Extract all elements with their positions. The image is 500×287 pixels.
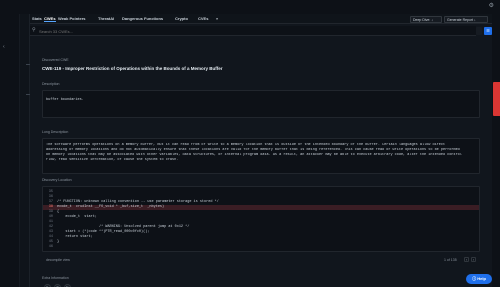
help-button[interactable]: ⓘ Help [466,274,492,284]
tab-cves[interactable]: CVEs [198,16,208,22]
side-panel [20,14,30,287]
long-description-line: flow, read sensitive information, or cau… [46,158,179,162]
doc-label: Discovered CWE [42,58,69,62]
view-toggle-button[interactable]: ☰ [484,27,492,35]
cwe-title: CWE-119 - Improper Restriction of Operat… [42,66,223,71]
tab-dangerous-functions[interactable]: Dangerous Functions [122,16,163,22]
tab-more[interactable]: » [216,16,218,22]
top-bar: ⚙ [0,0,500,14]
code-viewer[interactable]: 35 36 37/* FUNCTION: unknown calling conve… [42,186,480,252]
tab-stats[interactable]: Stats [32,16,42,22]
search-bar: ⚲ [30,26,476,36]
line-number: 46 [48,245,53,249]
tab-threatai[interactable]: ThreatAI [98,16,114,22]
description-label: Description [42,82,60,86]
feedback-tab[interactable] [493,82,500,116]
help-label: Help [477,276,486,281]
search-controls: ☰ [476,27,492,35]
long-description-box: The software performs operations on a me… [42,138,480,174]
deep-dive-button[interactable]: Deep Dive: ↓ [410,15,442,23]
long-description-label: Long Description [42,130,69,134]
extra-information-label: Extra Information [42,276,69,280]
search-icon: ⚲ [32,27,36,33]
filter-button[interactable] [476,27,482,35]
decompile-view-link[interactable]: decompile view [46,258,70,262]
next-page-button[interactable]: › [471,257,476,262]
main-panel: Stats CWEs Weak Pointers ThreatAI Dangerous … [30,14,492,287]
tab-crypto[interactable]: Crypto [175,16,188,22]
collapse-icon[interactable]: ‹ [3,44,5,50]
search-input[interactable] [39,27,239,35]
tab-cwes[interactable]: CWEs [44,16,56,22]
left-rail: ‹ [0,14,20,287]
tab-weak-pointers[interactable]: Weak Pointers [58,16,86,22]
gear-icon[interactable]: ⚙ [489,3,494,9]
discovery-location-label: Discovery Location [42,178,72,182]
pagination-count: 1 of 135 [444,258,457,262]
generate-report-button[interactable]: Generate Report ↓ [444,15,488,23]
description-text: buffer boundaries. [46,98,84,102]
prev-page-button[interactable]: ‹ [464,257,469,262]
description-box: buffer boundaries. [42,90,480,118]
code-line: 46 [43,245,479,250]
